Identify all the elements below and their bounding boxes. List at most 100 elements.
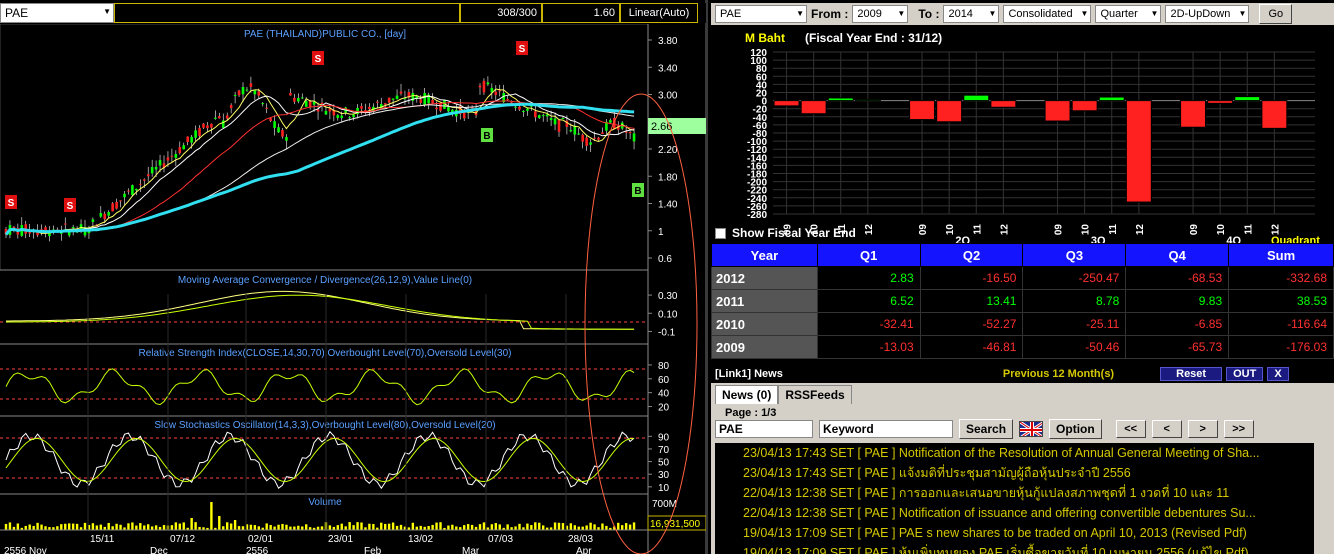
keyword-input[interactable]: Keyword [819, 420, 953, 438]
from-year-select[interactable]: 2009 ▼ [852, 5, 909, 23]
candle-body [127, 190, 130, 192]
candle-body [285, 137, 288, 141]
option-button[interactable]: Option [1049, 419, 1102, 439]
bar-3 [854, 98, 881, 102]
news-item[interactable]: 19/04/13 17:09 SET [ PAE ] PAE s new sha… [743, 523, 1330, 543]
chevron-down-icon: ▼ [796, 9, 804, 18]
candle-body [103, 213, 107, 220]
candle-body [131, 185, 134, 196]
col-year[interactable]: Year [711, 243, 818, 267]
bar-15 [1261, 100, 1288, 129]
last-page-button[interactable]: >> [1223, 420, 1254, 438]
volume-bar [28, 524, 31, 530]
candle-body [316, 109, 320, 112]
page-indicator: Page : 1/3 [725, 407, 777, 419]
cell-year: 2009 [711, 335, 818, 359]
symbol-select[interactable]: PAE ▼ [0, 3, 114, 23]
volume-bar [569, 523, 573, 530]
col-q3[interactable]: Q3 [1022, 243, 1127, 267]
language-flag-icon[interactable] [1019, 421, 1044, 437]
news-item[interactable]: 19/04/13 17:09 SET [ PAE ] หุ้นเพิ่มทุนข… [743, 543, 1330, 554]
candle-body [376, 101, 379, 103]
candle-body [320, 102, 324, 104]
prev-page-button[interactable]: < [1151, 420, 1182, 438]
candle-body [225, 115, 229, 119]
to-year-select[interactable]: 2014 ▼ [943, 5, 1000, 23]
volume-bar [277, 524, 280, 530]
cell-q4: 9.83 [1125, 289, 1230, 313]
first-page-button[interactable]: << [1115, 420, 1146, 438]
next-page-button[interactable]: > [1187, 420, 1218, 438]
volume-bar [328, 525, 332, 530]
bar-grid: 120100806040200-20-40-60-80-100-120-140-… [747, 48, 1315, 221]
show-fy-row[interactable]: Show Fiscal Year End [715, 226, 856, 240]
volume-bar [273, 526, 276, 530]
symbol-value: PAE [5, 6, 29, 20]
news-item[interactable]: 23/04/13 17:43 SET [ PAE ] Notification … [743, 443, 1330, 463]
fund-symbol-select[interactable]: PAE ▼ [715, 5, 807, 23]
search-button[interactable]: Search [959, 419, 1014, 439]
col-sum[interactable]: Sum [1228, 243, 1334, 267]
candle-body [87, 231, 91, 234]
show-fy-checkbox[interactable] [715, 227, 726, 239]
view-select[interactable]: 2D-UpDown ▼ [1165, 5, 1250, 23]
bar-series [773, 94, 1288, 203]
date-tick: 07/03 [488, 534, 513, 545]
axis-tick: 30 [658, 470, 670, 481]
volume-bar [340, 523, 343, 530]
candle-body [253, 90, 257, 95]
price-indicator-chart[interactable]: PAE (THAILAND)PUBLIC CO., [day] 3.80 3.40… [0, 24, 706, 554]
volume-bar [281, 523, 284, 530]
tab-news[interactable]: News (0) [715, 385, 779, 404]
col-q2[interactable]: Q2 [919, 243, 1024, 267]
reset-button[interactable]: Reset [1160, 367, 1223, 381]
cell-q3: -25.11 [1022, 312, 1127, 336]
col-q1[interactable]: Q1 [816, 243, 921, 267]
consolidated-select[interactable]: Consolidated ▼ [1003, 5, 1092, 23]
candle-body [391, 98, 395, 100]
go-button[interactable]: Go [1259, 4, 1293, 24]
chevron-down-icon: ▼ [1150, 9, 1159, 18]
last-price-label: 2.66 [651, 121, 672, 133]
month-label: 2556 Nov [4, 546, 47, 554]
close-button[interactable]: X [1267, 367, 1289, 381]
table-row[interactable]: 2012 2.83 -16.50 -250.47 -68.53 -332.68 [711, 266, 1334, 290]
out-button[interactable]: OUT [1226, 367, 1264, 381]
volume-bar [253, 525, 257, 530]
cell-q2: -46.81 [919, 335, 1024, 359]
candle-body [277, 127, 280, 133]
volume-bar [463, 525, 466, 530]
volume-bar [352, 525, 355, 530]
candle-body [609, 120, 612, 123]
table-row[interactable]: 2011 6.52 13.41 8.78 9.83 38.53 [711, 289, 1334, 313]
quarterly-table: Year Q1 Q2 Q3 Q4 Sum 2012 2.83 -16.50 -250.… [711, 243, 1334, 359]
bar-x-tick: 09 [918, 224, 929, 236]
news-scrollbar[interactable] [1314, 443, 1330, 554]
table-row[interactable]: 2010 -32.41 -52.27 -25.11 -6.85 -116.64 [711, 312, 1334, 336]
table-row[interactable]: 2009 -13.03 -46.81 -50.46 -65.73 -176.03 [711, 335, 1334, 359]
period-select[interactable]: Quarter ▼ [1095, 5, 1162, 23]
to-label: To : [918, 7, 940, 21]
news-item[interactable]: 22/04/13 12:38 SET [ PAE ] Notification … [743, 503, 1330, 523]
news-symbol-input[interactable]: PAE [715, 420, 813, 438]
news-item[interactable]: 22/04/13 12:38 SET [ PAE ] การออกและเสนอ… [743, 483, 1330, 503]
candle-body [399, 91, 403, 94]
rsi-title: Relative Strength Index(CLOSE,14,30,70),… [139, 348, 512, 359]
macd-title: Moving Average Convergence / Divergence(… [178, 275, 472, 286]
volume-bar [360, 522, 363, 530]
col-q4[interactable]: Q4 [1125, 243, 1230, 267]
bar-6 [963, 94, 990, 102]
fiscal-year-label: (Fiscal Year End : 31/12) [805, 31, 942, 45]
scale-mode[interactable]: Linear(Auto) [620, 3, 698, 23]
volume-bar [162, 525, 166, 530]
bar-5 [936, 100, 963, 123]
volume-bar [439, 522, 442, 530]
candle-body [79, 224, 83, 230]
news-item[interactable]: 23/04/13 17:43 SET [ PAE ] แจ้งมติที่ประ… [743, 463, 1330, 483]
volume-bar [368, 523, 371, 530]
tab-rssfeeds[interactable]: RSSFeeds [778, 385, 852, 404]
fund-symbol-value: PAE [720, 8, 742, 20]
month-label: Dec [150, 546, 168, 554]
volume-bar [573, 525, 576, 530]
cell-sum: -116.64 [1228, 312, 1334, 336]
